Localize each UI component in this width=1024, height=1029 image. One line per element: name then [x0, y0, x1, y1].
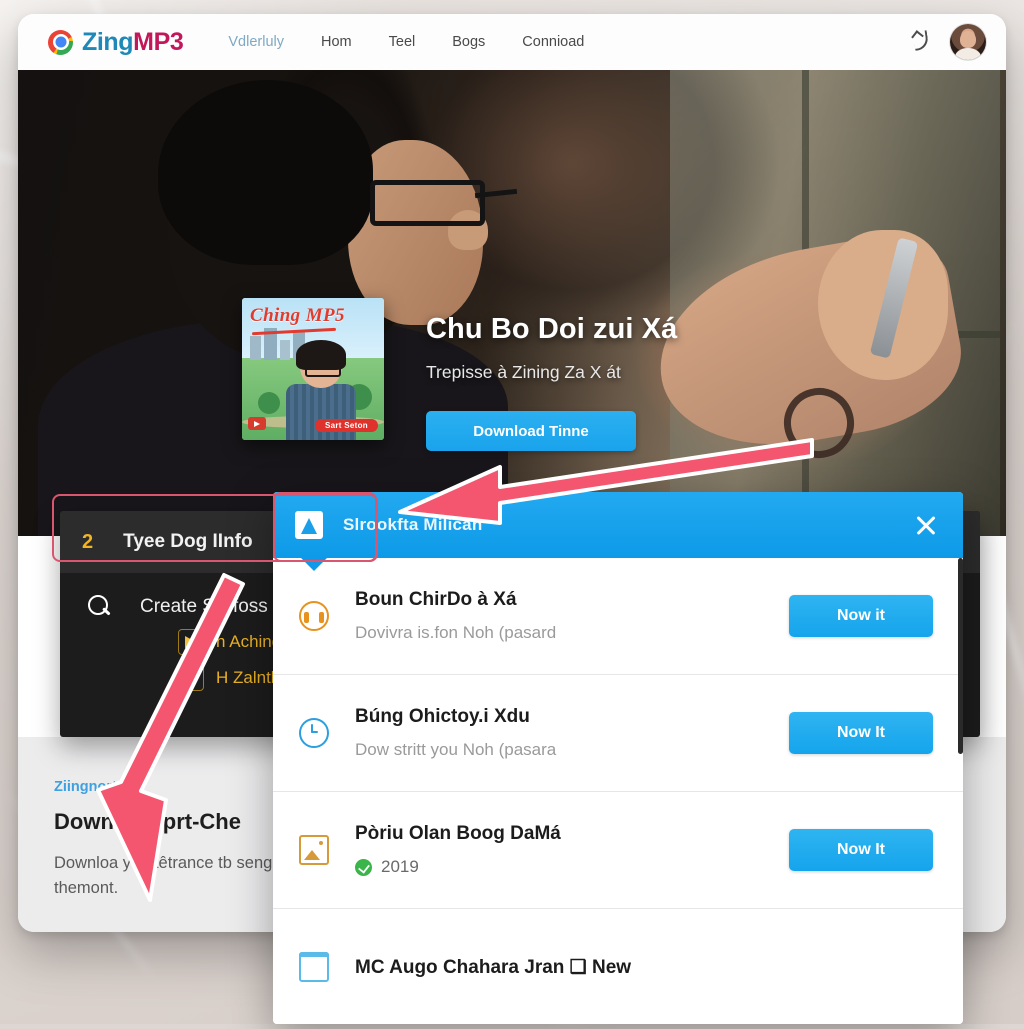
- list-item-title: MC Augo Chahara Jran ❑ New: [355, 956, 632, 978]
- now-it-button[interactable]: Now It: [789, 829, 933, 871]
- list-item[interactable]: MC Augo Chahara Jran ❑ New: [273, 909, 963, 1024]
- eyeglasses: [370, 180, 485, 226]
- list-item-text: Búng Ohictoy.i Xdu Dow stritt you Noh (p…: [355, 706, 789, 760]
- search-input[interactable]: Create Sill foss: [140, 596, 268, 618]
- list-item-label: Tyee Dog IInfo: [123, 531, 253, 552]
- close-icon[interactable]: [911, 510, 941, 540]
- site-logo[interactable]: ZingMP3: [48, 27, 184, 57]
- dialog-list: Boun ChirDo à Xá Dovivra is.fon Noh (pas…: [273, 558, 963, 1024]
- album-tree: [258, 392, 280, 414]
- brand-mp3-text: MP3: [133, 27, 184, 56]
- list-item-number: 2: [82, 530, 94, 553]
- search-icon: [88, 595, 112, 619]
- image-icon: [299, 835, 329, 865]
- list-item-title: Boun ChirDo à Xá: [355, 589, 517, 610]
- page-title: Chu Bo Doi zui Xá: [426, 313, 678, 345]
- dialog-scrollbar[interactable]: [958, 558, 963, 754]
- album-play-badge-icon: [248, 417, 266, 430]
- list-item-text: Pòriu Olan Boog DaMá 2019: [355, 823, 789, 877]
- list-item-text: Boun ChirDo à Xá Dovivra is.fon Noh (pas…: [355, 589, 789, 643]
- download-dialog: Slrookfta Milican Boun ChirDo à Xá Doviv…: [273, 492, 963, 1024]
- list-item[interactable]: Búng Ohictoy.i Xdu Dow stritt you Noh (p…: [273, 675, 963, 792]
- nav-link-0[interactable]: Vdlerluly: [228, 34, 284, 50]
- list-item[interactable]: Boun ChirDo à Xá Dovivra is.fon Noh (pas…: [273, 558, 963, 675]
- nav-link-1[interactable]: Hom: [321, 34, 352, 50]
- album-red-badge: Sart Seton: [314, 419, 378, 432]
- album-cover-art[interactable]: Ching MP5 Sart Seton: [242, 298, 384, 440]
- nav-link-2[interactable]: Teel: [389, 34, 416, 50]
- header-right-actions: [910, 24, 986, 60]
- hero-banner: Ching MP5 Sart Seton Chu Bo Doi zui Xá T…: [18, 70, 1006, 536]
- brand-zing-text: Zing: [82, 27, 134, 56]
- clock-icon: [299, 718, 329, 748]
- play-tile-icon: [295, 511, 323, 539]
- now-it-button[interactable]: Now it: [789, 595, 933, 637]
- list-item-text: MC Augo Chahara Jran ❑ New: [355, 956, 933, 979]
- headphone-icon: [299, 601, 329, 631]
- dialog-title: Slrookfta Milican: [343, 515, 483, 534]
- nav-link-4[interactable]: Connioad: [522, 34, 584, 50]
- list-item-subtitle-row: 2019: [355, 857, 789, 877]
- chrome-logo-icon: [48, 29, 73, 55]
- now-it-button[interactable]: Now It: [789, 712, 933, 754]
- download-button[interactable]: Download Tinne: [426, 411, 636, 451]
- list-item-title: Búng Ohictoy.i Xdu: [355, 706, 530, 727]
- avatar[interactable]: [950, 24, 986, 60]
- site-header: ZingMP3 Vdlerluly Hom Teel Bogs Connioad: [18, 14, 1006, 70]
- list-item-year: 2019: [381, 857, 419, 876]
- brand-wordmark: ZingMP3: [82, 27, 184, 57]
- main-navigation: Vdlerluly Hom Teel Bogs Connioad: [228, 34, 584, 50]
- hook-icon[interactable]: [910, 31, 932, 53]
- list-item[interactable]: Pòriu Olan Boog DaMá 2019 Now It: [273, 792, 963, 909]
- dialog-header: Slrookfta Milican: [273, 492, 963, 558]
- hero-subtitle: Trepisse à Zining Za X át: [426, 362, 621, 382]
- album-person-glasses: [305, 361, 341, 377]
- list-item-subtitle: Dovivra is.fon Noh (pasard: [355, 623, 557, 642]
- dialog-pointer-beak: [301, 558, 327, 571]
- album-title-text: Ching MP5: [250, 305, 345, 326]
- person-hair: [158, 80, 373, 265]
- verified-check-icon: [355, 858, 372, 876]
- list-item-subtitle: Dow stritt you Noh (pasara: [355, 740, 557, 759]
- list-item-title: Pòriu Olan Boog DaMá: [355, 823, 561, 844]
- play-tag-icon: [178, 629, 204, 655]
- nav-link-3[interactable]: Bogs: [452, 34, 485, 50]
- calendar-icon: [298, 951, 330, 982]
- hero-text-block: Chu Bo Doi zui Xá Trepisse à Zining Za X…: [426, 313, 966, 451]
- play-tag-icon: [178, 665, 204, 691]
